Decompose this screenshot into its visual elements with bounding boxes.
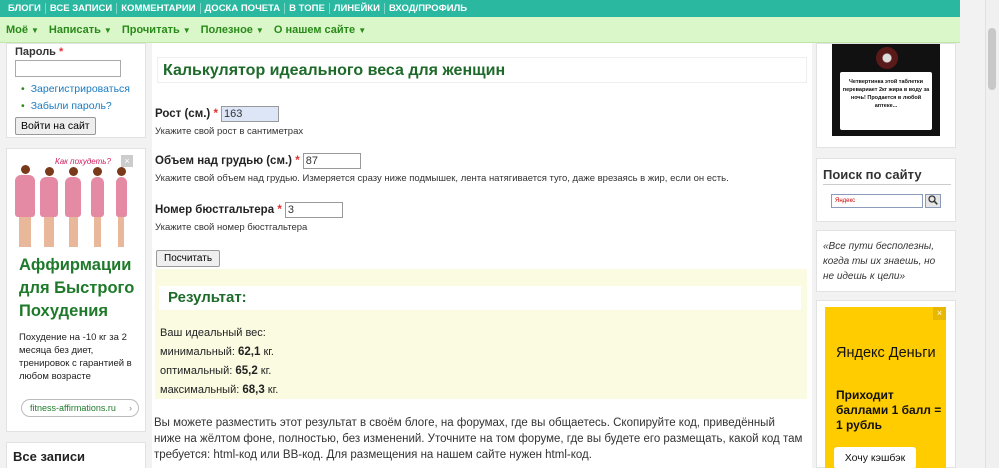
ad-illustration: Как похудеть?: [15, 155, 139, 249]
menu-about[interactable]: О нашем сайте ▼: [274, 24, 366, 36]
divider: [823, 184, 951, 185]
yandex-money-ad[interactable]: × Яндекс Деньги Приходит баллами 1 балл …: [825, 307, 946, 468]
result-panel: Результат: Ваш идеальный вес: минимальны…: [155, 269, 807, 399]
yandex-money-logo: Яндекс Деньги: [836, 345, 936, 361]
menu-write[interactable]: Написать ▼: [49, 24, 112, 36]
height-label: Рост (см.) *: [155, 107, 218, 120]
figure-3: [63, 167, 83, 247]
cashback-button[interactable]: Хочу кэшбэк: [834, 447, 916, 468]
chest-hint: Укажите свой объем над грудью. Измеряетс…: [155, 173, 729, 184]
password-field[interactable]: [15, 60, 121, 77]
nav-tickers[interactable]: ЛИНЕЙКИ: [330, 3, 385, 14]
result-optimal: оптимальный: 65,2 кг.: [160, 365, 272, 377]
ad-bubble-text: Как похудеть?: [55, 157, 111, 166]
yandex-ad-box[interactable]: × Яндекс Деньги Приходит баллами 1 балл …: [816, 300, 956, 468]
pill-ad-text: Четвертинка этой таблетки перевариает 2к…: [840, 72, 932, 130]
close-icon[interactable]: ×: [121, 155, 133, 167]
height-hint: Укажите свой рост в сантиметрах: [155, 126, 304, 137]
all-posts-title: Все записи: [13, 449, 86, 464]
page-title: Калькулятор идеального веса для женщин: [163, 62, 506, 79]
search-icon[interactable]: [925, 194, 941, 208]
all-posts-box: Все записи: [6, 442, 146, 468]
calculator-title-bar: Калькулятор идеального веса для женщин: [157, 57, 807, 83]
affirmations-ad[interactable]: Как похудеть? × Аффирмации для Быстрого …: [6, 148, 146, 432]
result-body: Ваш идеальный вес: минимальный: 62,1 кг.…: [160, 324, 278, 400]
result-intro: Ваш идеальный вес:: [160, 327, 266, 339]
bra-row: Номер бюстгальтера * 3 Укажите свой номе…: [155, 202, 343, 233]
pill-ad-box[interactable]: Четвертинка этой таблетки перевариает 2к…: [816, 43, 956, 148]
quote-text: «Все пути бесполезны, когда ты их знаешь…: [823, 241, 936, 282]
max-value: 68,3: [242, 384, 265, 396]
caret-down-icon: ▼: [358, 25, 367, 35]
search-input[interactable]: Яндекс: [831, 194, 923, 208]
height-row: Рост (см.) * 163 Укажите свой рост в сан…: [155, 106, 303, 137]
sub-navigation: Моё ▼ Написать ▼ Прочитать ▼ Полезное ▼ О на…: [0, 17, 960, 43]
bra-label: Номер бюстгальтера *: [155, 203, 282, 216]
figure-2: [39, 167, 59, 247]
figure-4: [87, 167, 107, 247]
nav-blogs[interactable]: БЛОГИ: [4, 3, 46, 14]
figure-1: [15, 165, 35, 247]
nav-login-profile[interactable]: ВХОД/ПРОФИЛЬ: [385, 3, 471, 14]
chevron-right-icon: ›: [129, 403, 132, 413]
caret-down-icon: ▼: [103, 25, 112, 35]
result-title: Результат:: [168, 289, 247, 306]
ad-text: Похудение на -10 кг за 2 месяца без диет…: [19, 332, 132, 382]
search-title: Поиск по сайту: [823, 167, 922, 182]
chest-row: Объем над грудью (см.) * 87 Укажите свой…: [155, 153, 729, 184]
password-label: Пароль *: [15, 46, 64, 58]
caret-down-icon: ▼: [182, 25, 191, 35]
ad-link[interactable]: fitness-affirmations.ru ›: [21, 399, 139, 417]
result-max: максимальный: 68,3 кг.: [160, 384, 279, 396]
quote-box: «Все пути бесполезны, когда ты их знаешь…: [816, 230, 956, 292]
nav-honor-board[interactable]: ДОСКА ПОЧЕТА: [201, 3, 286, 14]
nav-all-posts[interactable]: ВСЕ ЗАПИСИ: [46, 3, 118, 14]
figure-5: [111, 167, 131, 247]
forgot-password-link[interactable]: • Забыли пароль?: [21, 98, 137, 115]
pill-image: [876, 47, 898, 69]
result-min: минимальный: 62,1 кг.: [160, 346, 274, 358]
share-instructions: Вы можете разместить этот результат в св…: [154, 417, 803, 461]
register-link[interactable]: • Зарегистрироваться: [21, 81, 137, 98]
menu-read[interactable]: Прочитать ▼: [122, 24, 191, 36]
login-links: • Зарегистрироваться • Забыли пароль?: [21, 81, 137, 115]
close-icon[interactable]: ×: [933, 307, 946, 320]
top-navigation: БЛОГИ ВСЕ ЗАПИСИ КОММЕНТАРИИ ДОСКА ПОЧЕТ…: [0, 0, 960, 17]
menu-mine[interactable]: Моё ▼: [6, 24, 39, 36]
login-button[interactable]: Войти на сайт: [15, 117, 96, 135]
site-search-box: Поиск по сайту Яндекс: [816, 158, 956, 222]
main-content: Калькулятор идеального веса для женщин Р…: [152, 43, 812, 468]
result-title-bar: Результат:: [159, 286, 801, 310]
menu-useful[interactable]: Полезное ▼: [201, 24, 264, 36]
optimal-value: 65,2: [235, 365, 258, 377]
yandex-ad-text: Приходит баллами 1 балл = 1 рубль: [836, 388, 942, 432]
nav-top[interactable]: В ТОПЕ: [285, 3, 330, 14]
ad-title[interactable]: Аффирмации для Быстрого Похудения: [19, 254, 143, 323]
caret-down-icon: ▼: [255, 25, 264, 35]
chest-label: Объем над грудью (см.) *: [155, 154, 300, 167]
nav-comments[interactable]: КОММЕНТАРИИ: [117, 3, 201, 14]
login-box: Пароль * • Зарегистрироваться • Забыли пар…: [6, 43, 146, 138]
pill-ad-image: Четвертинка этой таблетки перевариает 2к…: [832, 44, 940, 136]
bra-hint: Укажите свой номер бюстгальтера: [155, 222, 308, 233]
caret-down-icon: ▼: [31, 25, 39, 35]
scrollbar-thumb[interactable]: [988, 28, 996, 90]
chest-input[interactable]: 87: [302, 153, 361, 169]
bra-input[interactable]: 3: [284, 202, 343, 218]
calculate-button[interactable]: Посчитать: [156, 250, 221, 267]
height-input[interactable]: 163: [221, 106, 279, 122]
min-value: 62,1: [238, 346, 261, 358]
